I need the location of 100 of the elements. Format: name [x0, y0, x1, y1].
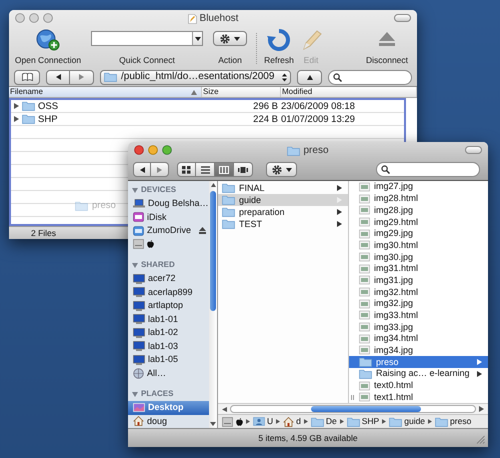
sidebar-item[interactable]: doug	[128, 414, 210, 428]
toolbar-button[interactable]: Disconnect	[357, 27, 417, 68]
list-item[interactable]: preparation	[218, 206, 348, 218]
list-item[interactable]: img32.jpg	[349, 298, 488, 310]
action-popup-button[interactable]	[213, 31, 247, 46]
globe-icon	[35, 28, 61, 52]
refresh-icon	[267, 28, 291, 52]
resize-handle-icon[interactable]	[351, 395, 354, 400]
toolbar-button[interactable]: Open Connection	[9, 27, 87, 68]
scrollbar[interactable]	[209, 181, 217, 428]
eject-icon[interactable]	[199, 227, 206, 234]
path-item[interactable]: preso	[435, 416, 472, 427]
sidebar-item[interactable]: All…	[128, 366, 210, 380]
sidebar-item[interactable]: lab1-02	[128, 326, 210, 340]
action-popup-button[interactable]	[266, 162, 297, 177]
list-item[interactable]: img31.jpg	[349, 274, 488, 286]
chevron-icon	[428, 419, 432, 424]
file-icon	[359, 322, 370, 332]
view-button[interactable]	[234, 162, 253, 177]
list-item[interactable]: text1.html	[349, 391, 488, 404]
zoom-button[interactable]	[43, 13, 53, 23]
zoom-button[interactable]	[162, 145, 172, 155]
folder-icon	[22, 114, 35, 124]
list-item[interactable]: img28.jpg	[349, 204, 488, 216]
list-item[interactable]: img33.html	[349, 310, 488, 322]
disclosure-icon[interactable]	[132, 262, 138, 268]
disclosure-icon[interactable]	[14, 103, 19, 110]
toolbar-label: Quick Connect	[119, 54, 175, 65]
column-header[interactable]: Size	[202, 87, 281, 97]
dropdown-button[interactable]	[192, 32, 202, 45]
list-item[interactable]: guide	[218, 194, 348, 206]
apple-icon[interactable]	[236, 418, 243, 426]
column-header[interactable]: Filename	[9, 87, 202, 97]
sidebar-item[interactable]: ZumoDrive	[128, 224, 210, 238]
resize-grip-icon[interactable]	[476, 435, 485, 444]
list-item[interactable]: img31.html	[349, 262, 488, 274]
file-icon	[359, 264, 370, 274]
path-item[interactable]: d	[283, 416, 301, 427]
list-item[interactable]: img33.jpg	[349, 321, 488, 333]
disclosure-icon[interactable]	[132, 392, 138, 396]
list-item[interactable]: img30.html	[349, 239, 488, 252]
table-cell-text: 224 B	[252, 114, 279, 126]
sidebar-item[interactable]: acer72	[128, 272, 210, 286]
up-button[interactable]	[297, 70, 322, 84]
scroll-right-icon[interactable]	[479, 406, 484, 412]
path-item[interactable]: De	[310, 416, 337, 427]
list-item[interactable]: FINAL	[218, 182, 348, 194]
sidebar-item[interactable]: Desktop	[128, 401, 210, 414]
sidebar-item[interactable]: lab1-05	[128, 353, 210, 366]
path-item[interactable]: guide	[389, 416, 426, 427]
sidebar-item[interactable]: artlaptop	[128, 299, 210, 312]
list-item[interactable]: preso	[349, 356, 488, 368]
sidebar-item[interactable]: lab1-01	[128, 312, 210, 326]
list-item[interactable]: img34.jpg	[349, 344, 488, 356]
minimize-button[interactable]	[29, 13, 39, 23]
path-popup-button[interactable]: /public_html/do…esentations/2009	[100, 70, 291, 84]
monitor-icon	[133, 287, 145, 298]
list-item[interactable]: img27.jpg	[349, 181, 488, 193]
path-item[interactable]: SHP	[346, 416, 380, 427]
list-item[interactable]: Raising ac… e-learning	[349, 368, 488, 380]
view-button[interactable]	[177, 162, 196, 177]
sidebar-item[interactable]: lab1-03	[128, 340, 210, 353]
sidebar-item[interactable]: iDisk	[128, 210, 210, 224]
column-header[interactable]: Modified	[281, 87, 417, 97]
list-item[interactable]: img28.html	[349, 192, 488, 204]
forward-button[interactable]	[151, 162, 169, 177]
scroll-thumb[interactable]	[210, 191, 216, 311]
close-button[interactable]	[15, 13, 25, 23]
bookmarks-button[interactable]	[14, 70, 40, 84]
view-button[interactable]	[196, 162, 215, 177]
disclosure-icon[interactable]	[132, 188, 138, 192]
back-button[interactable]	[133, 162, 151, 177]
list-item[interactable]: img30.jpg	[349, 251, 488, 263]
toolbar-button[interactable]: Refresh	[260, 27, 298, 68]
list-item[interactable]: img34.html	[349, 332, 488, 345]
search-field[interactable]	[376, 162, 480, 177]
search-field[interactable]	[328, 70, 412, 84]
back-button[interactable]	[46, 70, 70, 84]
list-item[interactable]: text0.html	[349, 380, 488, 392]
path-item[interactable]: U	[253, 416, 274, 427]
forward-button[interactable]	[70, 70, 94, 84]
close-button[interactable]	[134, 145, 144, 155]
toolbar-toggle-button[interactable]	[394, 14, 411, 22]
list-item[interactable]: img29.html	[349, 216, 488, 228]
minimize-button[interactable]	[148, 145, 158, 155]
scroll-thumb[interactable]	[311, 406, 421, 412]
disclosure-icon[interactable]	[14, 116, 19, 122]
list-view-icon	[200, 166, 210, 174]
list-item[interactable]: img32.html	[349, 286, 488, 298]
file-icon	[359, 334, 370, 344]
sidebar-item[interactable]: Doug Belsha…	[128, 197, 210, 210]
scrollbar[interactable]	[218, 403, 488, 414]
gear-icon	[272, 164, 282, 174]
toolbar-toggle-button[interactable]	[465, 146, 482, 154]
caret-icon	[234, 36, 240, 40]
scroll-left-icon[interactable]	[222, 406, 227, 412]
gear-icon	[220, 34, 230, 44]
sidebar-item[interactable]: acerlap899	[128, 286, 210, 299]
scroll-up-icon[interactable]	[210, 183, 216, 187]
combo-field[interactable]	[91, 31, 203, 46]
